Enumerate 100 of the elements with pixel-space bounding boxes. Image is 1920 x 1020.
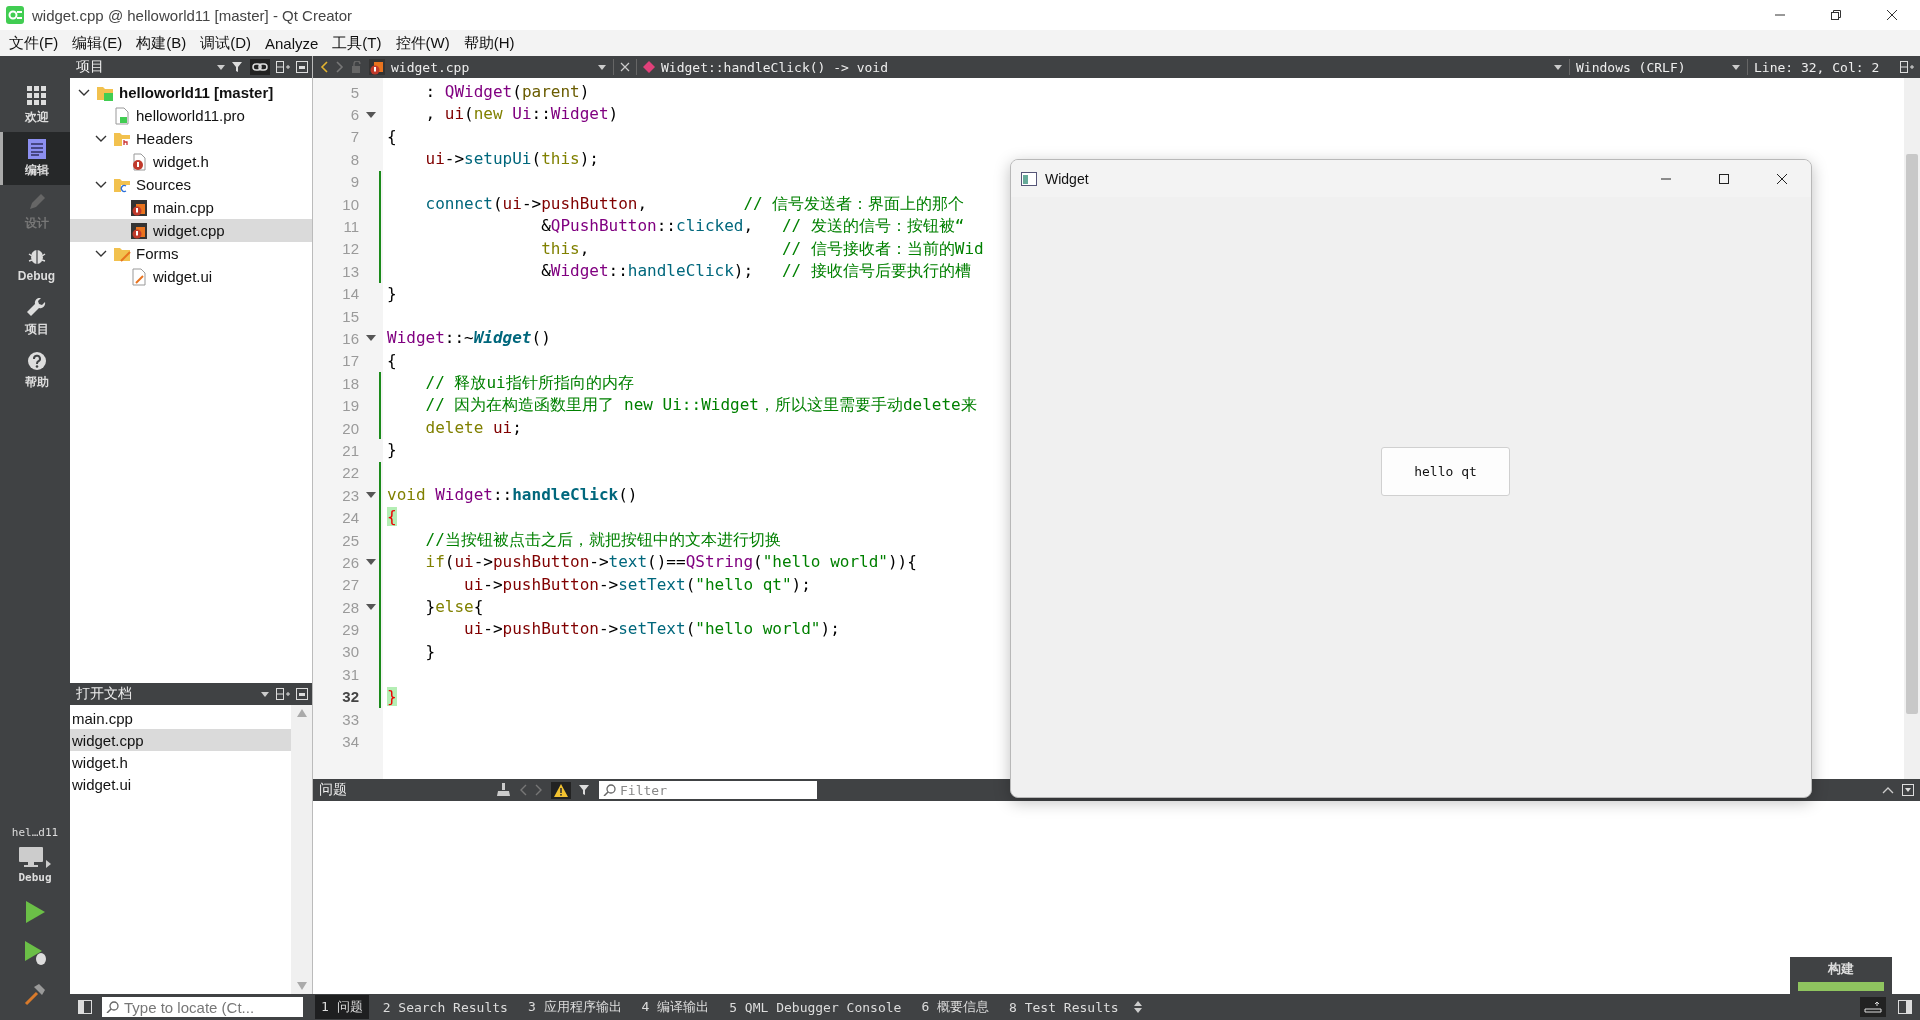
close-pane-icon[interactable] [296, 688, 308, 700]
split-icon[interactable] [276, 688, 290, 700]
debug-run-icon[interactable] [23, 940, 47, 966]
source-file-icon [130, 221, 148, 240]
fold-arrow-icon[interactable] [366, 603, 376, 612]
split-icon[interactable] [276, 61, 290, 73]
tree-item[interactable]: widget.ui [70, 265, 312, 288]
right-sidebar-toggle-icon[interactable] [1898, 1000, 1912, 1014]
symbol-selector[interactable]: Widget::handleClick() -> void [643, 59, 1547, 75]
build-config-label: Debug [18, 871, 52, 884]
output-pane-tab[interactable]: 5 QML Debugger Console [723, 996, 908, 1018]
run-icon[interactable] [24, 900, 46, 924]
clear-icon[interactable] [497, 783, 511, 797]
tree-item[interactable]: widget.h [70, 150, 312, 173]
menu-item[interactable]: 文件(F) [2, 33, 66, 53]
output-pane-tab[interactable]: 4 编译输出 [635, 995, 716, 1019]
mode-tab[interactable]: Debug [0, 238, 70, 291]
up-down-arrows-icon[interactable] [1132, 1000, 1143, 1014]
code-line: &QPushButton::clicked, // 发送的信号：按钮被“ [540, 215, 965, 238]
sidebar-toggle-icon[interactable] [78, 1000, 92, 1014]
monitor-icon[interactable] [18, 846, 45, 868]
locator-field[interactable]: Type to locate (Ct... [102, 997, 303, 1017]
output-pane-tab[interactable]: 3 应用程序输出 [521, 995, 628, 1019]
window-title: widget.cpp @ helloworld11 [master] - Qt Creator [32, 6, 354, 24]
line-number: 34 [341, 733, 360, 750]
dropdown-caret-icon[interactable] [597, 62, 607, 72]
mode-tab[interactable]: 帮助 [0, 344, 70, 397]
close-pane-icon[interactable] [1902, 784, 1914, 796]
menu-item[interactable]: Analyze [258, 34, 326, 52]
close-pane-icon[interactable] [296, 61, 308, 73]
fold-arrow-icon[interactable] [366, 558, 376, 567]
fold-arrow-icon[interactable] [366, 334, 376, 343]
document-item[interactable]: main.cpp [70, 707, 291, 729]
tree-item[interactable]: main.cpp [70, 196, 312, 219]
document-icon [26, 138, 47, 159]
menu-item[interactable]: 构建(B) [129, 33, 194, 53]
filter-icon[interactable] [579, 784, 591, 796]
line-number: 9 [349, 173, 360, 191]
maximize-pane-icon[interactable] [1882, 786, 1894, 794]
restore-icon[interactable] [1830, 9, 1842, 21]
mode-tab[interactable]: 编辑 [0, 132, 70, 185]
document-item[interactable]: widget.h [70, 751, 291, 773]
output-pane-tab[interactable]: 1 问题 [315, 995, 369, 1019]
close-icon[interactable] [1776, 172, 1788, 185]
line-ending-selector[interactable]: Windows (CRLF) [1576, 59, 1741, 75]
mode-tab[interactable]: 欢迎 [0, 79, 70, 132]
menu-item[interactable]: 调试(D) [193, 33, 258, 53]
line-number: 20 [341, 419, 360, 437]
line-number: 7 [349, 128, 360, 146]
header-file-icon [130, 152, 148, 171]
close-icon[interactable] [1886, 9, 1898, 21]
line-number: 25 [341, 531, 360, 549]
search-icon [106, 1001, 120, 1013]
document-item[interactable]: widget.cpp [70, 729, 291, 751]
line-number: 32 [341, 688, 360, 706]
output-pane-tab[interactable]: 2 Search Results [376, 996, 514, 1018]
split-icon[interactable] [1900, 61, 1914, 73]
mode-tab[interactable]: 项目 [0, 291, 70, 344]
push-button[interactable]: hello qt [1381, 447, 1510, 496]
source-file-icon [369, 59, 385, 75]
fold-arrow-icon[interactable] [366, 491, 376, 500]
document-item[interactable]: widget.ui [70, 773, 291, 795]
output-pane-toggle-icon[interactable] [1864, 1001, 1882, 1013]
code-line: ui->pushButton->setText("hello qt"); [463, 573, 811, 596]
output-pane-tab[interactable]: 6 概要信息 [915, 995, 996, 1019]
line-number: 28 [341, 598, 360, 616]
file-selector[interactable]: widget.cpp [369, 59, 607, 75]
dropdown-caret-icon[interactable] [216, 62, 226, 72]
fold-arrow-icon[interactable] [366, 110, 376, 119]
tree-item[interactable]: helloworld11.pro [70, 104, 312, 127]
output-pane-tab[interactable]: 8 Test Results [1003, 996, 1125, 1018]
window-icon [1021, 171, 1037, 186]
code-line: { [387, 125, 397, 148]
tree-item[interactable]: Headers [70, 127, 312, 150]
tree-item[interactable]: widget.cpp [70, 219, 312, 242]
hammer-icon[interactable] [23, 982, 47, 1006]
line-number: 11 [342, 218, 360, 236]
dropdown-caret-icon[interactable] [1731, 62, 1741, 72]
line-number: 17 [341, 352, 360, 370]
tree-item[interactable]: Sources [70, 173, 312, 196]
tree-item[interactable]: helloworld11 [master] [70, 81, 312, 104]
search-icon [603, 784, 617, 796]
menu-item[interactable]: 编辑(E) [65, 33, 130, 53]
dropdown-caret-icon[interactable] [1553, 62, 1563, 72]
tree-item[interactable]: Forms [70, 242, 312, 265]
code-line: delete ui; [424, 416, 522, 439]
filter-field[interactable]: Filter [599, 781, 817, 799]
filter-icon[interactable] [232, 61, 244, 73]
code-line: ui->pushButton->setText("hello world"); [463, 618, 840, 641]
line-number: 16 [341, 330, 360, 347]
line-number: 33 [341, 710, 360, 728]
maximize-icon[interactable] [1718, 172, 1730, 185]
menu-item[interactable]: 控件(W) [388, 33, 457, 53]
form-file-icon [130, 267, 148, 286]
dropdown-caret-icon[interactable] [260, 689, 270, 699]
menu-item[interactable]: 帮助(H) [456, 33, 522, 53]
warning-icon[interactable] [554, 783, 568, 797]
line-number: 19 [341, 397, 360, 415]
link-icon[interactable] [252, 61, 268, 73]
menu-item[interactable]: 工具(T) [325, 33, 389, 53]
